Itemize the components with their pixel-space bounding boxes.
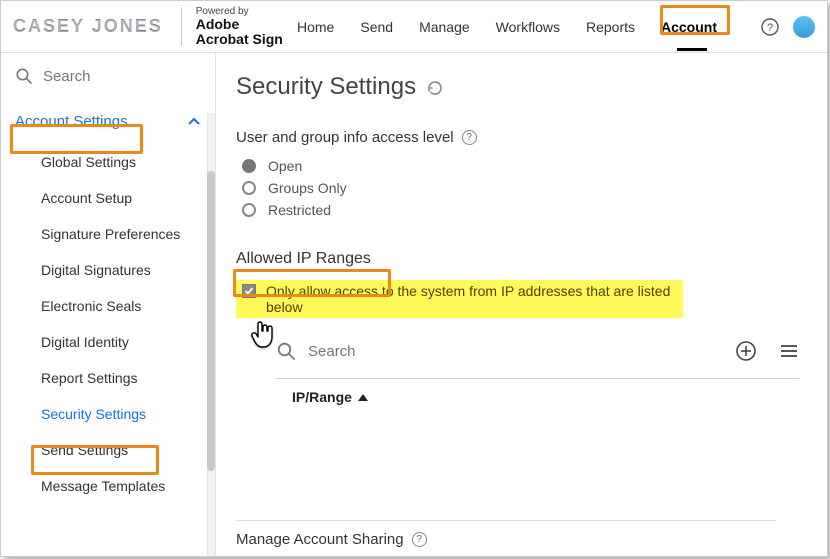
sidebar-item-account-setup[interactable]: Account Setup [29, 180, 215, 216]
ip-checkbox[interactable] [242, 284, 256, 298]
ip-search-placeholder: Search [308, 343, 356, 360]
radio-label: Open [268, 158, 302, 174]
sort-ascending-icon [358, 394, 368, 401]
sidebar-items: Global Settings Account Setup Signature … [1, 140, 215, 508]
page-title-row: Security Settings [236, 73, 799, 101]
radio-restricted[interactable]: Restricted [242, 202, 799, 218]
nav-reports[interactable]: Reports [584, 15, 637, 39]
sidebar-search-placeholder: Search [43, 68, 91, 85]
chevron-up-icon [187, 113, 201, 130]
sidebar-scrollbar-thumb[interactable] [207, 171, 215, 471]
sidebar-item-send-settings[interactable]: Send Settings [29, 432, 215, 468]
powered-by-adobe: Adobe [196, 17, 283, 32]
top-nav: Home Send Manage Workflows Reports Accou… [295, 15, 815, 39]
ip-search[interactable]: Search [276, 341, 735, 361]
sidebar-item-global-settings[interactable]: Global Settings [29, 144, 215, 180]
sidebar-item-security-settings[interactable]: Security Settings [29, 396, 215, 432]
sidebar-item-signature-preferences[interactable]: Signature Preferences [29, 216, 215, 252]
radio-icon [242, 203, 256, 217]
manage-account-sharing-label: Manage Account Sharing [236, 531, 404, 548]
sidebar-item-digital-identity[interactable]: Digital Identity [29, 324, 215, 360]
brand-logo: CASEY JONES [13, 16, 163, 37]
sidebar-search[interactable]: Search [1, 53, 215, 103]
header: CASEY JONES Powered by Adobe Acrobat Sig… [1, 1, 827, 53]
manage-account-sharing-row: Manage Account Sharing ? [236, 520, 776, 548]
sidebar-item-electronic-seals[interactable]: Electronic Seals [29, 288, 215, 324]
radio-groups-only[interactable]: Groups Only [242, 180, 799, 196]
nav-account[interactable]: Account [659, 15, 719, 39]
search-icon [276, 341, 296, 361]
sidebar-group-account-settings[interactable]: Account Settings [1, 103, 215, 140]
sidebar-item-digital-signatures[interactable]: Digital Signatures [29, 252, 215, 288]
ip-checkbox-row[interactable]: Only allow access to the system from IP … [236, 280, 683, 318]
sidebar: Search Account Settings Global Settings … [1, 53, 216, 556]
help-tooltip-icon[interactable]: ? [462, 130, 477, 145]
svg-text:?: ? [767, 22, 773, 34]
add-ip-button[interactable] [735, 340, 757, 362]
help-icon[interactable]: ? [761, 18, 779, 36]
ip-col-header-label: IP/Range [292, 389, 352, 405]
radio-label: Restricted [268, 202, 331, 218]
powered-by: Powered by Adobe Acrobat Sign [181, 7, 283, 47]
nav-active-underline [677, 48, 707, 51]
help-tooltip-icon[interactable]: ? [412, 532, 427, 547]
sidebar-group-label: Account Settings [15, 113, 128, 130]
radio-open[interactable]: Open [242, 158, 799, 174]
ip-table-header[interactable]: IP/Range [276, 378, 799, 405]
refresh-icon[interactable] [426, 73, 444, 101]
radio-label: Groups Only [268, 180, 347, 196]
sidebar-item-report-settings[interactable]: Report Settings [29, 360, 215, 396]
radio-icon [242, 181, 256, 195]
page-title: Security Settings [236, 73, 416, 101]
nav-home[interactable]: Home [295, 15, 336, 39]
allowed-ip-section: Allowed IP Ranges Only allow access to t… [236, 248, 799, 405]
nav-workflows[interactable]: Workflows [494, 15, 562, 39]
radio-icon [242, 159, 256, 173]
access-level-radios: Open Groups Only Restricted [236, 158, 799, 218]
allowed-ip-title: Allowed IP Ranges [236, 248, 799, 270]
search-icon [15, 67, 33, 85]
powered-by-acrobat: Acrobat Sign [196, 32, 283, 47]
main-content: Security Settings User and group info ac… [216, 53, 827, 556]
access-level-title-row: User and group info access level ? [236, 129, 799, 146]
avatar[interactable] [793, 16, 815, 38]
nav-send[interactable]: Send [358, 15, 395, 39]
menu-icon[interactable] [779, 341, 799, 361]
nav-manage[interactable]: Manage [417, 15, 472, 39]
ip-toolbar: Search [236, 340, 799, 362]
access-level-title: User and group info access level [236, 129, 454, 146]
sidebar-item-message-templates[interactable]: Message Templates [29, 468, 215, 504]
ip-checkbox-label: Only allow access to the system from IP … [266, 283, 677, 315]
